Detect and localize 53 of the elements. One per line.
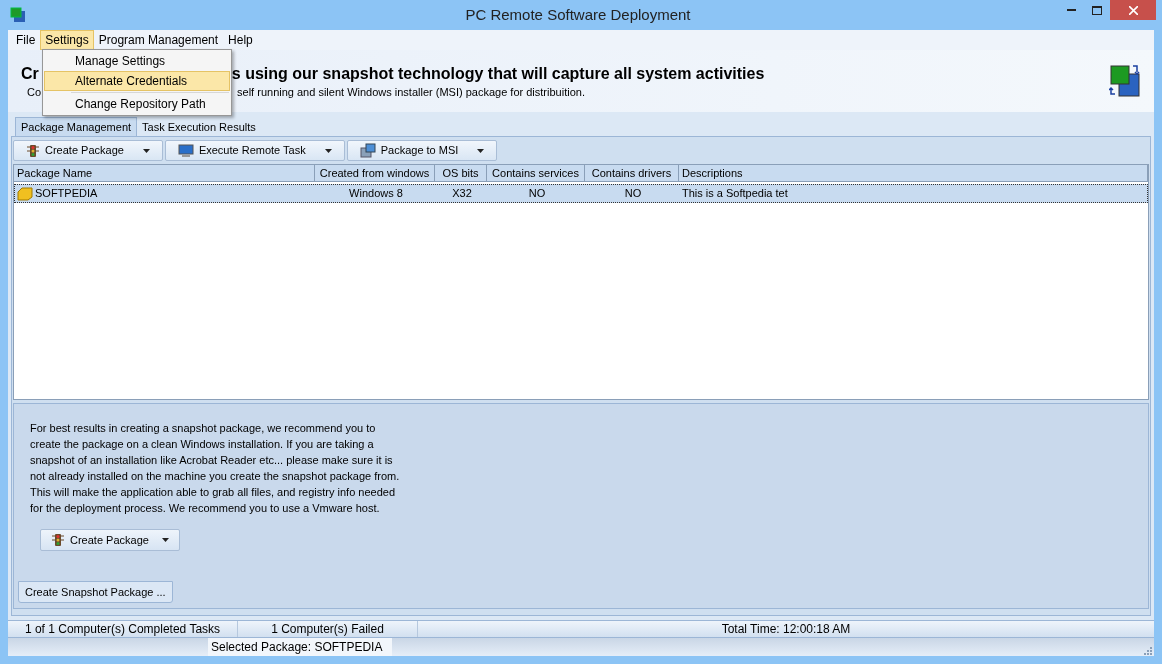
tab[interactable]: Task Execution Results (137, 119, 261, 136)
status-text: Total Time: 12:00:18 AM (720, 621, 852, 637)
minimize-icon (1066, 9, 1076, 11)
table-cell-text: NO (623, 186, 643, 201)
window-title: PC Remote Software Deployment (464, 4, 692, 25)
toolbar-dropdown-button[interactable]: Package to MSI (346, 140, 498, 161)
folder-icon (17, 186, 33, 201)
resize-grip-icon (1142, 645, 1152, 655)
table-cell-text: This is a Softpedia tet (681, 186, 789, 201)
status-text: Selected Package: SOFTPEDIA (208, 638, 393, 656)
table-cell: SOFTPEDIA (15, 185, 316, 202)
table-cell-text: X32 (451, 186, 473, 201)
info-text: For best results in creating a snapshot package, we recommend you to create the package on a clean Windows installation. If you are taking a snapshot of an installation like Acrobat Reader etc... please make sure it is not already installed on the machine you create the snapshot package from. This will make the application able to grab all files, and registry info needed for the deployment process. We recommend you to use a Vmware host. (30, 421, 401, 516)
column-header[interactable]: Contains drivers (585, 165, 679, 182)
menu-item[interactable]: Alternate Credentials (44, 71, 230, 91)
menu-item[interactable]: Settings (40, 30, 94, 50)
column-header[interactable]: Created from windows (315, 165, 435, 182)
maximize-icon (1092, 5, 1102, 15)
close-button[interactable] (1110, 0, 1156, 20)
toolbar-dropdown-button[interactable]: Execute Remote Task (164, 140, 345, 161)
menu-item[interactable]: File (11, 30, 41, 50)
table-row[interactable]: SOFTPEDIA Windows 8 X32 NO NO This is a Softpedia tet (14, 184, 1148, 203)
caret-icon (324, 148, 332, 153)
header-subtitle: self running and silent Windows installer (MSI) package for distribuition. (237, 85, 585, 99)
header-title: s using our snapshot technology that will capture all system activities (231, 64, 765, 84)
table-cell-text: NO (527, 186, 547, 201)
column-header[interactable]: Package Name (14, 165, 315, 182)
package-icon (359, 143, 376, 158)
caret-icon (142, 148, 150, 153)
column-header[interactable]: OS bits (435, 165, 487, 182)
menu-item[interactable]: Manage Settings (44, 51, 230, 71)
status-text: 1 Computer(s) Failed (238, 621, 418, 637)
caret-icon (162, 538, 169, 542)
bottom-tab[interactable]: Create Snapshot Package ... (18, 581, 173, 603)
table-cell-text: Windows 8 (348, 186, 404, 201)
toolbar-dropdown-button[interactable]: Create Package (13, 140, 163, 161)
menu-item[interactable]: Change Repository Path (44, 94, 230, 114)
menu-item[interactable]: Program Management (93, 30, 224, 50)
column-header[interactable]: Descriptions (679, 165, 1148, 182)
tab[interactable]: Package Management (15, 117, 138, 136)
traffic-light-icon (26, 143, 40, 158)
create-package-button[interactable]: Create Package (40, 529, 180, 551)
header-title: Cr (21, 64, 39, 84)
caret-icon (477, 148, 485, 153)
traffic-light-icon (51, 533, 65, 547)
menu-item[interactable]: Help (223, 30, 258, 50)
monitor-icon (177, 143, 194, 158)
status-text: 1 of 1 Computer(s) Completed Tasks (8, 621, 238, 637)
close-icon (1128, 5, 1138, 15)
header-subtitle: Co (27, 85, 42, 99)
app-icon (10, 7, 26, 23)
column-header[interactable]: Contains services (487, 165, 585, 182)
transfer-icon (1109, 64, 1141, 98)
